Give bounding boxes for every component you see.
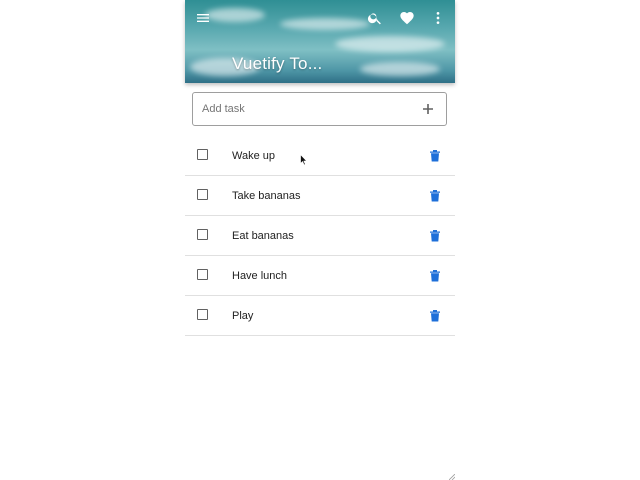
task-label: Have lunch	[232, 270, 288, 282]
todo-app: Vuetify To... Wake up Take bananas Eat b…	[185, 0, 455, 480]
search-button[interactable]	[363, 6, 387, 30]
task-checkbox[interactable]	[197, 229, 208, 240]
task-list: Wake up Take bananas Eat bananas Have lu…	[185, 136, 455, 336]
add-task-field[interactable]	[192, 92, 447, 126]
task-label: Play	[232, 310, 254, 322]
add-task-button[interactable]	[418, 99, 438, 119]
trash-icon	[430, 149, 440, 161]
task-item: Take bananas	[185, 176, 455, 216]
delete-task-button[interactable]	[428, 308, 442, 322]
trash-icon	[430, 309, 440, 321]
task-checkbox[interactable]	[197, 309, 208, 320]
add-task-input[interactable]	[200, 102, 418, 116]
search-icon	[367, 13, 381, 25]
delete-task-button[interactable]	[428, 188, 442, 202]
delete-task-button[interactable]	[428, 228, 442, 242]
trash-icon	[430, 229, 440, 241]
more-button[interactable]	[426, 6, 450, 30]
task-item: Eat bananas	[185, 216, 455, 256]
resize-grip-icon[interactable]	[449, 474, 455, 480]
header-cloud	[335, 36, 445, 52]
favorite-button[interactable]	[395, 6, 419, 30]
task-label: Wake up	[232, 150, 276, 162]
plus-icon	[423, 104, 433, 114]
heart-icon	[400, 12, 414, 25]
delete-task-button[interactable]	[428, 268, 442, 282]
task-item: Wake up	[185, 136, 455, 176]
task-checkbox[interactable]	[197, 269, 208, 280]
page-title: Vuetify To...	[232, 54, 323, 73]
task-label: Eat bananas	[232, 230, 294, 242]
task-checkbox[interactable]	[197, 189, 208, 200]
more-vert-icon	[436, 12, 440, 24]
header-cloud	[360, 62, 440, 76]
trash-icon	[430, 269, 440, 281]
task-label: Take bananas	[232, 190, 301, 202]
menu-icon	[197, 14, 209, 22]
mouse-cursor-icon	[300, 154, 308, 166]
delete-task-button[interactable]	[428, 148, 442, 162]
trash-icon	[430, 189, 440, 201]
task-item: Play	[185, 296, 455, 336]
menu-button[interactable]	[191, 6, 215, 30]
header-cloud	[280, 18, 370, 30]
task-checkbox[interactable]	[197, 149, 208, 160]
app-header: Vuetify To...	[185, 0, 455, 83]
task-item: Have lunch	[185, 256, 455, 296]
